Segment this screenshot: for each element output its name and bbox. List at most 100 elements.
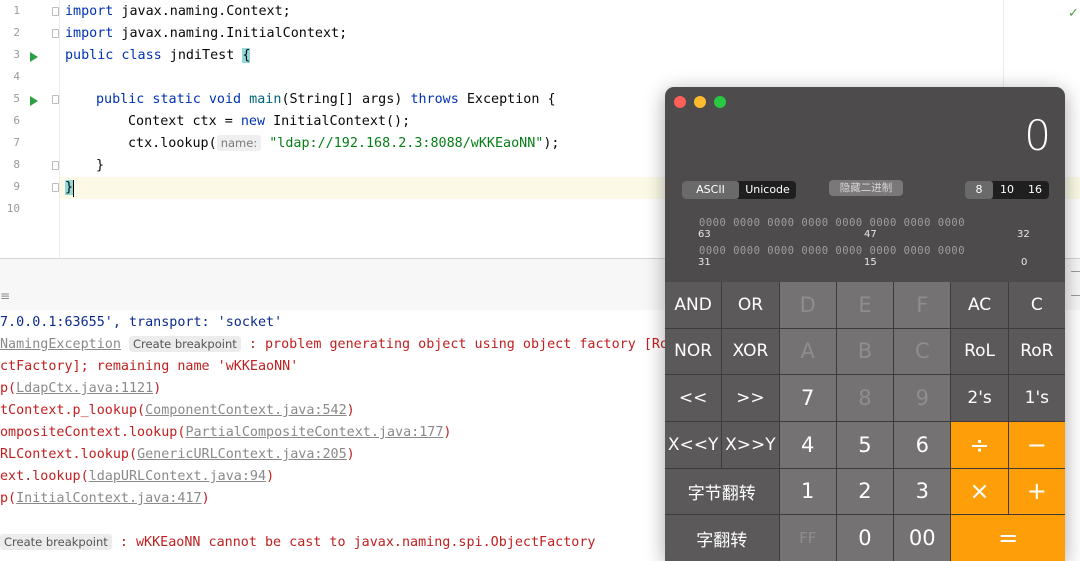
rotate-right-key[interactable]: RoR bbox=[1008, 328, 1065, 375]
keypad: AND OR D E F AC C NOR XOR A B C RoL RoR … bbox=[665, 282, 1065, 561]
digit-7-key[interactable]: 7 bbox=[779, 375, 836, 421]
exception-link[interactable]: NamingException bbox=[0, 337, 121, 352]
divide-key[interactable]: ÷ bbox=[951, 422, 1008, 468]
fold-icon[interactable] bbox=[52, 161, 59, 170]
base-16[interactable]: 16 bbox=[1021, 181, 1049, 199]
binary-bits-row-2[interactable]: 0000 0000 0000 0000 0000 0000 0000 0000 bbox=[699, 245, 965, 257]
bit-label: 32 bbox=[1017, 229, 1030, 240]
line-number: 5 bbox=[13, 92, 20, 105]
digit-5-key[interactable]: 5 bbox=[836, 422, 894, 468]
stack-link[interactable]: LdapCtx.java:1121 bbox=[16, 381, 153, 396]
code-line-9: } bbox=[65, 180, 74, 195]
character-mode-toggle[interactable]: ASCII Unicode bbox=[682, 181, 796, 199]
ones-complement-key[interactable]: 1's bbox=[1008, 375, 1065, 421]
multiply-key[interactable]: × bbox=[951, 468, 1008, 515]
close-window-button[interactable] bbox=[674, 96, 686, 108]
bit-label: 31 bbox=[698, 257, 711, 268]
base-selector[interactable]: 8 10 16 bbox=[965, 181, 1049, 199]
bit-label: 0 bbox=[1021, 257, 1028, 268]
add-key[interactable]: + bbox=[1008, 468, 1065, 515]
console-line: p(InitialContext.java:417) bbox=[0, 491, 210, 506]
zoom-window-button[interactable] bbox=[714, 96, 726, 108]
digit-6-key[interactable]: 6 bbox=[894, 422, 951, 468]
and-key[interactable]: AND bbox=[665, 282, 722, 328]
bit-label: 47 bbox=[864, 229, 877, 240]
hex-a-key[interactable]: A bbox=[779, 328, 836, 375]
console-line: ctFactory]; remaining name 'wKKEaoNN' bbox=[0, 359, 299, 374]
digit-8-key[interactable]: 8 bbox=[836, 375, 894, 421]
code-line-1: import javax.naming.Context; bbox=[65, 4, 291, 19]
base-10[interactable]: 10 bbox=[993, 181, 1021, 199]
shift-right-key[interactable]: >> bbox=[722, 375, 779, 421]
menu-icon[interactable]: ≡ bbox=[0, 289, 10, 303]
or-key[interactable]: OR bbox=[722, 282, 779, 328]
code-line-8: } bbox=[96, 158, 105, 173]
bit-label: 63 bbox=[698, 229, 711, 240]
rotate-left-key[interactable]: RoL bbox=[951, 328, 1008, 375]
create-breakpoint-button[interactable]: Create breakpoint bbox=[0, 534, 112, 550]
mode-unicode[interactable]: Unicode bbox=[739, 181, 796, 199]
shift-left-key[interactable]: << bbox=[665, 375, 722, 421]
binary-bits-row-1[interactable]: 0000 0000 0000 0000 0000 0000 0000 0000 bbox=[699, 217, 965, 229]
hex-d-key[interactable]: D bbox=[779, 282, 836, 328]
calculator-window: 0 ASCII Unicode 隐藏二进制 8 10 16 0000 0000 … bbox=[665, 87, 1065, 561]
hex-b-key[interactable]: B bbox=[836, 328, 894, 375]
digit-2-key[interactable]: 2 bbox=[836, 468, 894, 515]
twos-complement-key[interactable]: 2's bbox=[951, 375, 1008, 421]
shift-x-left-y-key[interactable]: X<<Y bbox=[665, 422, 722, 468]
run-class-icon[interactable] bbox=[30, 52, 38, 62]
line-number: 1 bbox=[13, 4, 20, 17]
hex-c-key[interactable]: C bbox=[894, 328, 951, 375]
run-main-icon[interactable] bbox=[30, 96, 38, 106]
line-number: 4 bbox=[13, 70, 20, 83]
digit-1-key[interactable]: 1 bbox=[779, 468, 836, 515]
all-clear-key[interactable]: AC bbox=[951, 282, 1008, 328]
console-line: p(LdapCtx.java:1121) bbox=[0, 381, 162, 396]
byte-flip-key[interactable]: 字节翻转 bbox=[665, 468, 779, 515]
check-icon: ✓ bbox=[1068, 6, 1079, 21]
minimize-window-button[interactable] bbox=[694, 96, 706, 108]
double-zero-key[interactable]: 00 bbox=[894, 515, 951, 561]
stack-link[interactable]: InitialContext.java:417 bbox=[16, 491, 201, 506]
base-8[interactable]: 8 bbox=[965, 181, 993, 199]
hide-binary-button[interactable]: 隐藏二进制 bbox=[829, 180, 903, 196]
console-line: ext.lookup(ldapURLContext.java:94) bbox=[0, 469, 275, 484]
parameter-hint: name: bbox=[216, 135, 262, 151]
fold-icon[interactable] bbox=[52, 7, 59, 16]
line-number: 6 bbox=[13, 114, 20, 127]
subtract-key[interactable]: − bbox=[1008, 422, 1065, 468]
console-line: RLContext.lookup(GenericURLContext.java:… bbox=[0, 447, 355, 462]
stack-link[interactable]: ldapURLContext.java:94 bbox=[89, 469, 266, 484]
line-number: 3 bbox=[13, 48, 20, 61]
hex-e-key[interactable]: E bbox=[836, 282, 894, 328]
shift-x-right-y-key[interactable]: X>>Y bbox=[722, 422, 779, 468]
fold-icon[interactable] bbox=[52, 29, 59, 38]
nor-key[interactable]: NOR bbox=[665, 328, 722, 375]
stack-link[interactable]: ComponentContext.java:542 bbox=[145, 403, 347, 418]
fold-icon[interactable] bbox=[52, 183, 59, 192]
stack-link[interactable]: GenericURLContext.java:205 bbox=[137, 447, 347, 462]
code-line-2: import javax.naming.InitialContext; bbox=[65, 26, 348, 41]
digit-3-key[interactable]: 3 bbox=[894, 468, 951, 515]
side-tool-icon[interactable] bbox=[1071, 271, 1080, 272]
digit-0-key[interactable]: 0 bbox=[836, 515, 894, 561]
hex-f-key[interactable]: F bbox=[894, 282, 951, 328]
line-number: 10 bbox=[6, 202, 20, 215]
ff-key[interactable]: FF bbox=[779, 515, 836, 561]
code-line-5: public static void main(String[] args) t… bbox=[96, 92, 556, 107]
clear-key[interactable]: C bbox=[1008, 282, 1065, 328]
line-number: 9 bbox=[13, 180, 20, 193]
console-line: ompositeContext.lookup(PartialCompositeC… bbox=[0, 425, 452, 440]
fold-icon[interactable] bbox=[52, 95, 59, 104]
console-line: tContext.p_lookup(ComponentContext.java:… bbox=[0, 403, 355, 418]
create-breakpoint-button[interactable]: Create breakpoint bbox=[129, 336, 241, 352]
word-flip-key[interactable]: 字翻转 bbox=[665, 515, 779, 561]
digit-4-key[interactable]: 4 bbox=[779, 422, 836, 468]
equals-key[interactable]: = bbox=[951, 515, 1065, 561]
code-line-6: Context ctx = new InitialContext(); bbox=[128, 114, 411, 129]
side-tool-icon[interactable] bbox=[1071, 295, 1080, 296]
xor-key[interactable]: XOR bbox=[722, 328, 779, 375]
mode-ascii[interactable]: ASCII bbox=[682, 181, 739, 199]
stack-link[interactable]: PartialCompositeContext.java:177 bbox=[185, 425, 443, 440]
digit-9-key[interactable]: 9 bbox=[894, 375, 951, 421]
